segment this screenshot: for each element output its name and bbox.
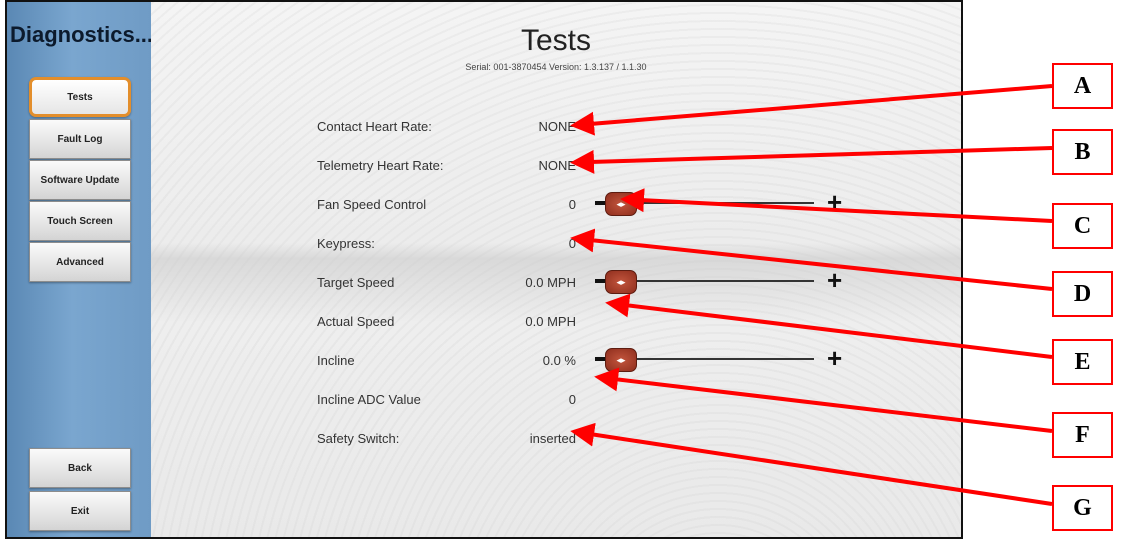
contact-heart-rate-label: Contact Heart Rate: xyxy=(317,119,432,134)
serial-version-line: Serial: 001-3870454 Version: 1.3.137 / 1… xyxy=(465,62,647,72)
actual-speed-label: Actual Speed xyxy=(317,314,395,329)
telemetry-heart-rate-value: NONE xyxy=(538,158,576,173)
callout-b: B xyxy=(1052,129,1113,175)
callout-g: G xyxy=(1052,485,1113,531)
telemetry-heart-rate-label: Telemetry Heart Rate: xyxy=(317,158,444,173)
keypress-value: 0 xyxy=(568,236,576,251)
callout-d: D xyxy=(1052,271,1113,317)
app-title: Diagnostics... xyxy=(10,22,154,47)
incline-adc-label: Incline ADC Value xyxy=(317,392,421,407)
callout-a: A xyxy=(1052,63,1113,109)
incline-adc-value: 0 xyxy=(568,392,576,407)
sidebar-item-tests[interactable]: Tests xyxy=(29,77,131,117)
incline-label: Incline xyxy=(317,353,355,368)
fan-speed-control-label: Fan Speed Control xyxy=(317,197,427,212)
main-panel: Tests Serial: 001-3870454 Version: 1.3.1… xyxy=(151,2,961,537)
slider-track[interactable] xyxy=(609,202,814,204)
slider-handle-icon[interactable]: ◂▸ xyxy=(605,270,637,294)
callout-c: C xyxy=(1052,203,1113,249)
callout-f: F xyxy=(1052,412,1113,458)
fan-speed-slider[interactable]: ◂▸ + xyxy=(595,187,845,217)
sidebar: Diagnostics... Tests Fault Log Software … xyxy=(7,2,154,537)
callout-e: E xyxy=(1052,339,1113,385)
incline-value: 0.0 % xyxy=(542,353,576,368)
incline-slider[interactable]: ◂▸ + xyxy=(595,343,845,373)
safety-switch-label: Safety Switch: xyxy=(317,431,400,446)
keypress-label: Keypress: xyxy=(317,236,375,251)
slider-track[interactable] xyxy=(609,280,814,282)
fan-speed-control-value: 0 xyxy=(568,197,576,212)
increase-icon[interactable]: + xyxy=(827,265,842,295)
safety-switch-value: inserted xyxy=(529,431,576,446)
increase-icon[interactable]: + xyxy=(827,187,842,217)
target-speed-value: 0.0 MPH xyxy=(525,275,576,290)
sidebar-item-touch-screen[interactable]: Touch Screen xyxy=(29,201,131,241)
slider-track[interactable] xyxy=(609,358,814,360)
page-title: Tests xyxy=(520,24,592,57)
sidebar-item-advanced[interactable]: Advanced xyxy=(29,242,131,282)
sidebar-item-fault-log[interactable]: Fault Log xyxy=(29,119,131,159)
back-button[interactable]: Back xyxy=(29,448,131,488)
sidebar-item-software-update[interactable]: Software Update xyxy=(29,160,131,200)
target-speed-slider[interactable]: ◂▸ + xyxy=(595,265,845,295)
slider-handle-icon[interactable]: ◂▸ xyxy=(605,192,637,216)
diagnostics-screen: Diagnostics... Tests Fault Log Software … xyxy=(5,0,963,539)
actual-speed-value: 0.0 MPH xyxy=(525,314,576,329)
contact-heart-rate-value: NONE xyxy=(538,119,576,134)
exit-button[interactable]: Exit xyxy=(29,491,131,531)
increase-icon[interactable]: + xyxy=(827,343,842,373)
target-speed-label: Target Speed xyxy=(317,275,395,290)
slider-handle-icon[interactable]: ◂▸ xyxy=(605,348,637,372)
